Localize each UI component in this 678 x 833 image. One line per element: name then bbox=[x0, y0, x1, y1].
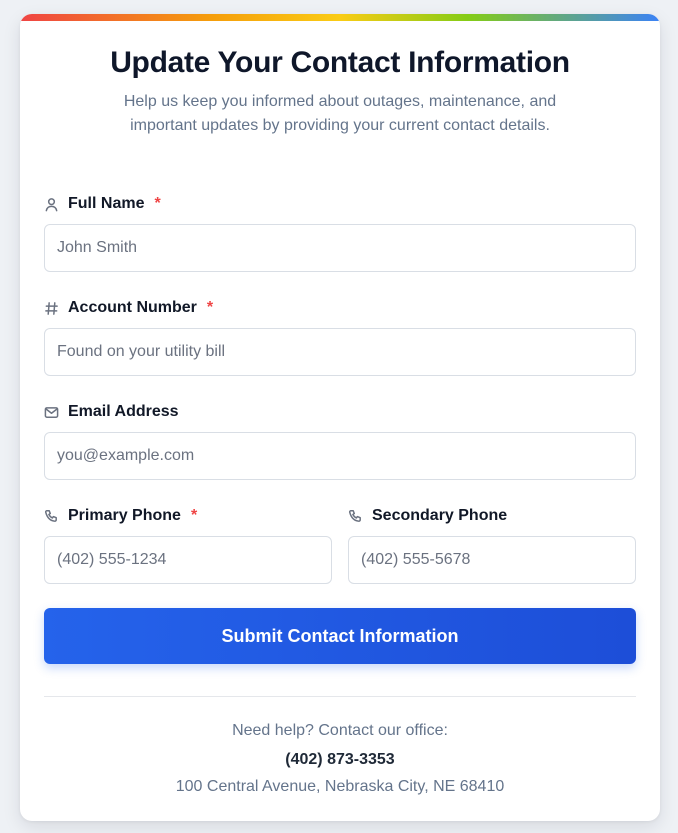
secondary-phone-label-text: Secondary Phone bbox=[372, 507, 508, 524]
hash-icon bbox=[44, 301, 59, 316]
page-subtitle: Help us keep you informed about outages,… bbox=[123, 93, 557, 134]
office-phone: (402) 873-3353 bbox=[285, 751, 395, 768]
full-name-label-text: Full Name bbox=[68, 195, 145, 212]
phone-icon bbox=[348, 509, 363, 524]
account-number-label-text: Account Number bbox=[68, 299, 197, 316]
mail-icon bbox=[44, 405, 59, 420]
accent-gradient-bar bbox=[20, 14, 660, 21]
primary-phone-input[interactable] bbox=[44, 536, 332, 584]
office-address: 100 Central Avenue, Nebraska City, NE 68… bbox=[175, 778, 505, 795]
required-marker: * bbox=[190, 507, 198, 524]
email-label: Email Address bbox=[44, 402, 179, 422]
email-input[interactable] bbox=[44, 432, 636, 480]
user-icon bbox=[44, 197, 59, 212]
primary-phone-label-text: Primary Phone bbox=[68, 507, 181, 524]
primary-phone-label: Primary Phone * bbox=[44, 506, 197, 526]
divider bbox=[44, 696, 636, 697]
submit-button[interactable]: Submit Contact Information bbox=[44, 608, 636, 664]
required-marker: * bbox=[206, 299, 214, 316]
account-number-input[interactable] bbox=[44, 328, 636, 376]
page-title: Update Your Contact Information bbox=[110, 46, 570, 79]
secondary-phone-label: Secondary Phone bbox=[348, 506, 507, 526]
contact-form-card: Update Your Contact Information Help us … bbox=[20, 14, 660, 821]
phone-icon bbox=[44, 509, 59, 524]
required-marker: * bbox=[154, 195, 161, 212]
full-name-label: Full Name * bbox=[44, 194, 161, 214]
help-text: Need help? Contact our office: bbox=[232, 722, 448, 739]
account-number-label: Account Number * bbox=[44, 298, 213, 318]
secondary-phone-input[interactable] bbox=[348, 536, 636, 584]
full-name-input[interactable] bbox=[44, 224, 636, 272]
email-label-text: Email Address bbox=[68, 403, 179, 420]
